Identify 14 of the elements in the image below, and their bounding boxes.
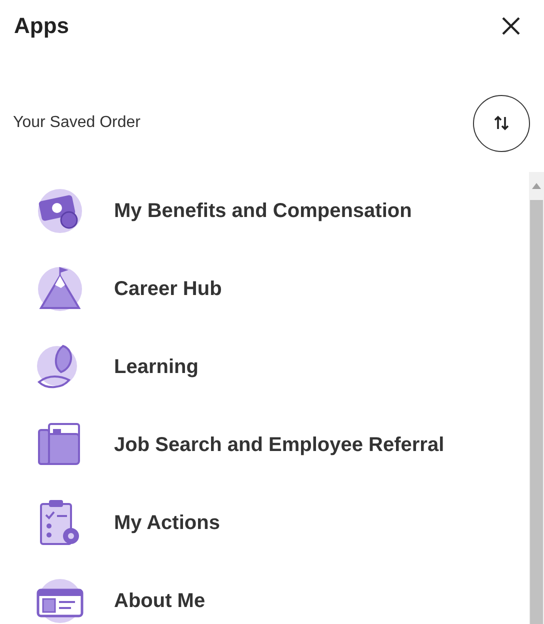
app-item[interactable]: Career Hub [114,278,222,300]
app-item[interactable]: My Benefits and Compensation [114,200,412,222]
section-label: Your Saved Order [13,114,140,132]
panel-title: Apps [14,13,69,39]
app-item[interactable]: My Actions [114,512,220,534]
scrollbar[interactable] [529,172,544,624]
app-item[interactable]: Job Search and Employee Referral [114,434,444,456]
app-item[interactable]: About Me [114,590,206,612]
close-icon [500,15,522,37]
sort-arrows-icon [492,113,512,133]
close-button[interactable] [500,15,522,37]
scroll-up-icon [532,183,541,189]
id-card-icon [34,576,86,624]
app-item[interactable]: Learning [114,356,198,378]
